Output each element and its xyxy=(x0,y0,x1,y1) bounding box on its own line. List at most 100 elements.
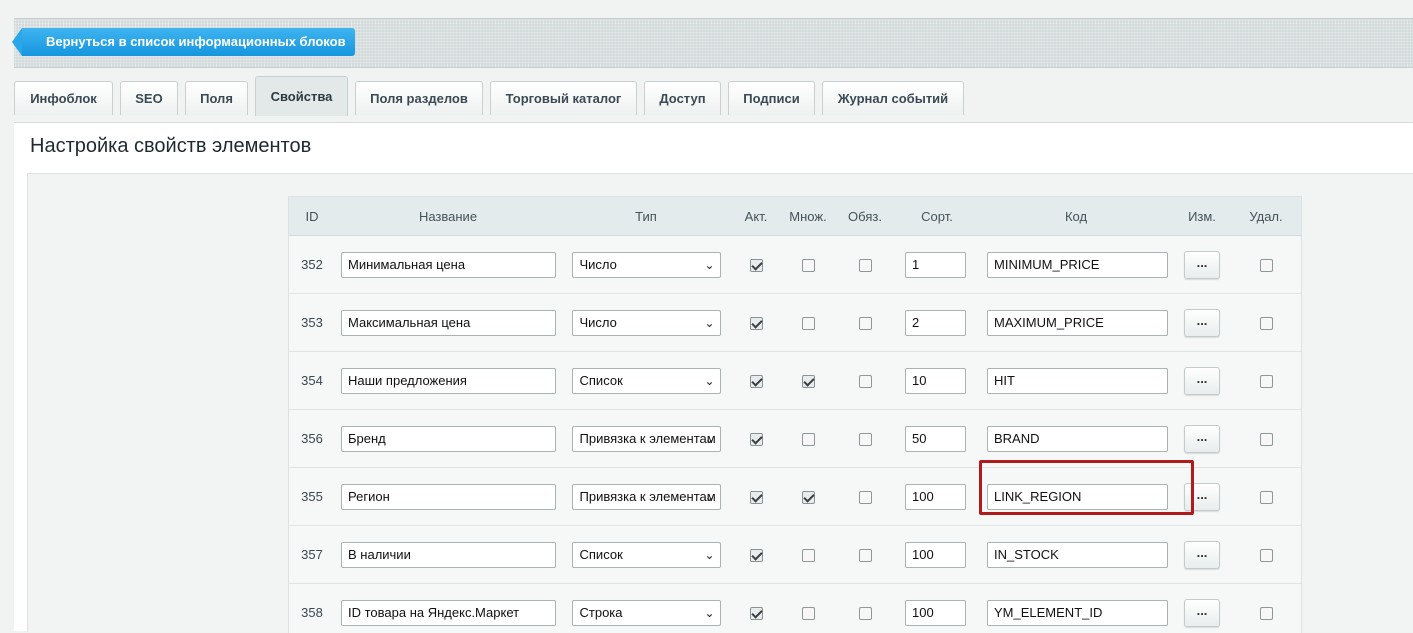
sort-input[interactable]: 50 xyxy=(905,426,966,452)
delete-checkbox[interactable] xyxy=(1260,607,1273,620)
header-id: ID xyxy=(289,197,335,236)
multiple-checkbox[interactable] xyxy=(802,259,815,272)
active-checkbox[interactable] xyxy=(750,259,763,272)
required-checkbox[interactable] xyxy=(859,491,872,504)
top-toolbar: Вернуться в список информационных блоков xyxy=(14,18,1413,68)
property-type-select[interactable]: Привязка к элементам⌄ xyxy=(572,426,721,452)
property-id: 356 xyxy=(289,410,335,468)
delete-checkbox[interactable] xyxy=(1260,549,1273,562)
property-name-input[interactable]: ID товара на Яндекс.Маркет xyxy=(341,600,556,626)
property-id: 354 xyxy=(289,352,335,410)
code-input[interactable]: YM_ELEMENT_ID xyxy=(987,600,1168,626)
edit-property-button[interactable]: ... xyxy=(1184,599,1220,627)
tab-captions[interactable]: Подписи xyxy=(728,81,815,115)
table-row: 356 Бренд Привязка к элементам⌄ 50 BRAND… xyxy=(289,410,1301,468)
table-header-row: ID Название Тип Акт. Множ. Обяз. Сорт. К… xyxy=(289,197,1301,236)
active-checkbox[interactable] xyxy=(750,375,763,388)
multiple-checkbox[interactable] xyxy=(802,491,815,504)
header-active: Акт. xyxy=(731,197,781,236)
code-input[interactable]: MAXIMUM_PRICE xyxy=(987,310,1168,336)
edit-property-button[interactable]: ... xyxy=(1184,367,1220,395)
sort-input[interactable]: 100 xyxy=(905,542,966,568)
header-delete: Удал. xyxy=(1231,197,1301,236)
property-type-select[interactable]: Список⌄ xyxy=(572,542,721,568)
tab-properties[interactable]: Свойства xyxy=(255,76,348,116)
sort-input[interactable]: 1 xyxy=(905,252,966,278)
chevron-down-icon: ⌄ xyxy=(704,311,714,335)
header-type: Тип xyxy=(561,197,731,236)
tab-access[interactable]: Доступ xyxy=(644,81,721,115)
property-id: 352 xyxy=(289,236,335,294)
property-id: 358 xyxy=(289,584,335,633)
back-to-iblock-list-button[interactable]: Вернуться в список информационных блоков xyxy=(22,28,355,56)
header-required: Обяз. xyxy=(835,197,895,236)
sort-input[interactable]: 100 xyxy=(905,484,966,510)
property-type-value: Привязка к элементам xyxy=(580,431,716,446)
tab-seo[interactable]: SEO xyxy=(120,81,178,115)
property-type-select[interactable]: Строка⌄ xyxy=(572,600,721,626)
tab-fields[interactable]: Поля xyxy=(185,81,248,115)
tab-event-log[interactable]: Журнал событий xyxy=(822,81,964,115)
edit-property-button[interactable]: ... xyxy=(1184,309,1220,337)
delete-checkbox[interactable] xyxy=(1260,491,1273,504)
chevron-down-icon: ⌄ xyxy=(704,485,714,509)
code-input[interactable]: BRAND xyxy=(987,426,1168,452)
active-checkbox[interactable] xyxy=(750,317,763,330)
delete-checkbox[interactable] xyxy=(1260,375,1273,388)
property-name-input[interactable]: Бренд xyxy=(341,426,556,452)
tab-trade-catalog[interactable]: Торговый каталог xyxy=(490,81,637,115)
table-row: 352 Минимальная цена Число⌄ 1 MINIMUM_PR… xyxy=(289,236,1301,294)
sort-input[interactable]: 100 xyxy=(905,600,966,626)
chevron-down-icon: ⌄ xyxy=(704,427,714,451)
chevron-down-icon: ⌄ xyxy=(704,369,714,393)
sort-input[interactable]: 2 xyxy=(905,310,966,336)
edit-property-button[interactable]: ... xyxy=(1184,483,1220,511)
code-input[interactable]: MINIMUM_PRICE xyxy=(987,252,1168,278)
multiple-checkbox[interactable] xyxy=(802,375,815,388)
code-input[interactable]: HIT xyxy=(987,368,1168,394)
property-name-input[interactable]: Минимальная цена xyxy=(341,252,556,278)
property-type-select[interactable]: Привязка к элементам⌄ xyxy=(572,484,721,510)
chevron-down-icon: ⌄ xyxy=(704,253,714,277)
property-type-value: Список xyxy=(580,373,623,388)
property-type-select[interactable]: Число⌄ xyxy=(572,310,721,336)
property-type-value: Привязка к элементам xyxy=(580,489,716,504)
required-checkbox[interactable] xyxy=(859,317,872,330)
property-name-input[interactable]: Максимальная цена xyxy=(341,310,556,336)
required-checkbox[interactable] xyxy=(859,433,872,446)
multiple-checkbox[interactable] xyxy=(802,549,815,562)
code-input[interactable]: IN_STOCK xyxy=(987,542,1168,568)
multiple-checkbox[interactable] xyxy=(802,317,815,330)
properties-panel: ID Название Тип Акт. Множ. Обяз. Сорт. К… xyxy=(27,173,1413,632)
tab-section-fields[interactable]: Поля разделов xyxy=(355,81,483,115)
active-checkbox[interactable] xyxy=(750,607,763,620)
delete-checkbox[interactable] xyxy=(1260,433,1273,446)
property-name-input[interactable]: Наши предложения xyxy=(341,368,556,394)
chevron-down-icon: ⌄ xyxy=(704,601,714,625)
required-checkbox[interactable] xyxy=(859,607,872,620)
required-checkbox[interactable] xyxy=(859,259,872,272)
tab-iblock[interactable]: Инфоблок xyxy=(14,81,113,115)
multiple-checkbox[interactable] xyxy=(802,607,815,620)
required-checkbox[interactable] xyxy=(859,549,872,562)
active-checkbox[interactable] xyxy=(750,549,763,562)
code-input[interactable]: LINK_REGION xyxy=(987,484,1168,510)
edit-property-button[interactable]: ... xyxy=(1184,251,1220,279)
table-row: 358 ID товара на Яндекс.Маркет Строка⌄ 1… xyxy=(289,584,1301,633)
property-name-input[interactable]: Регион xyxy=(341,484,556,510)
header-multiple: Множ. xyxy=(781,197,835,236)
property-type-select[interactable]: Число⌄ xyxy=(572,252,721,278)
edit-property-button[interactable]: ... xyxy=(1184,425,1220,453)
active-checkbox[interactable] xyxy=(750,433,763,446)
required-checkbox[interactable] xyxy=(859,375,872,388)
edit-property-button[interactable]: ... xyxy=(1184,541,1220,569)
property-type-select[interactable]: Список ⌄ xyxy=(572,368,721,394)
table-row: 354 Наши предложения Список ⌄ 10 HIT ... xyxy=(289,352,1301,410)
active-checkbox[interactable] xyxy=(750,491,763,504)
multiple-checkbox[interactable] xyxy=(802,433,815,446)
delete-checkbox[interactable] xyxy=(1260,317,1273,330)
property-name-input[interactable]: В наличии xyxy=(341,542,556,568)
delete-checkbox[interactable] xyxy=(1260,259,1273,272)
sort-input[interactable]: 10 xyxy=(905,368,966,394)
properties-table: ID Название Тип Акт. Множ. Обяз. Сорт. К… xyxy=(288,196,1302,633)
